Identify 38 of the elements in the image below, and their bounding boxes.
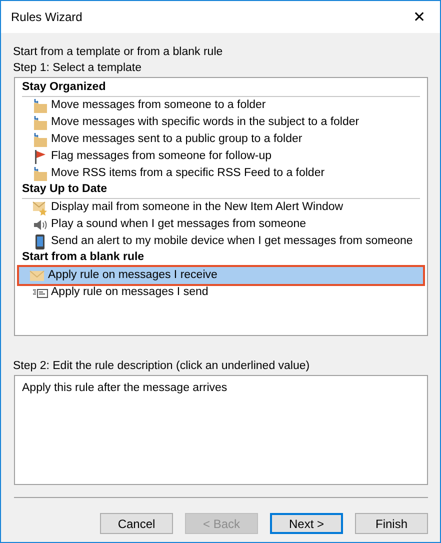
- template-label: Send an alert to my mobile device when I get messages from someone: [51, 234, 413, 249]
- template-item[interactable]: Flag messages from someone for follow-up: [22, 148, 420, 165]
- close-button[interactable]: ✕: [409, 10, 430, 24]
- group-header: Stay Up to Date: [22, 182, 420, 199]
- step-label: Step 1: Select a template: [13, 61, 142, 76]
- dialog-button[interactable]: Cancel: [100, 513, 173, 534]
- template-label: Apply rule on messages I send: [51, 285, 208, 300]
- template-label: Play a sound when I get messages from someone: [51, 217, 306, 232]
- folder-arrow-icon: [32, 166, 48, 182]
- folder-arrow-icon: [32, 98, 48, 114]
- template-item[interactable]: Move messages with specific words in the subject to a folder: [22, 114, 420, 131]
- intro-text: Start from a template or from a blank rule: [13, 45, 224, 60]
- group-header: Stay Organized: [22, 80, 420, 97]
- template-label: Move messages sent to a public group to a folder: [51, 132, 302, 147]
- template-label: Display mail from someone in the New Item Alert Window: [51, 200, 344, 215]
- flag-icon: [32, 148, 48, 164]
- template-item[interactable]: Move RSS items from a specific RSS Feed to a folder: [22, 165, 420, 182]
- envelope-star-icon: [32, 200, 48, 216]
- template-label: Flag messages from someone for follow-up: [51, 149, 272, 164]
- dialog-button[interactable]: Finish: [355, 513, 428, 534]
- template-item[interactable]: Apply rule on messages I receive: [19, 267, 423, 284]
- template-item[interactable]: Move messages from someone to a folder: [22, 97, 420, 114]
- template-label: Move messages from someone to a folder: [51, 98, 266, 113]
- template-item[interactable]: Play a sound when I get messages from someone: [22, 216, 420, 233]
- description-text: Apply this rule after the message arrives: [22, 382, 228, 394]
- template-item[interactable]: Apply rule on messages I send: [22, 284, 420, 301]
- dialog-button[interactable]: Next >: [270, 513, 343, 534]
- folder-arrow-icon: [32, 132, 48, 148]
- template-item[interactable]: Move messages sent to a public group to a folder: [22, 131, 420, 148]
- template-item[interactable]: Send an alert to my mobile device when I get messages from someone: [22, 233, 420, 250]
- template-label: Move messages with specific words in the subject to a folder: [51, 115, 360, 130]
- template-label: Move RSS items from a specific RSS Feed to a folder: [51, 166, 325, 181]
- envelope-icon: [29, 268, 45, 284]
- template-item[interactable]: Display mail from someone in the New Item Alert Window: [22, 199, 420, 216]
- template-label: Apply rule on messages I receive: [48, 268, 218, 283]
- folder-arrow-icon: [32, 114, 48, 130]
- step-label: Step 2: Edit the rule description (click an underlined value): [13, 359, 311, 374]
- window-title: Rules Wizard: [11, 9, 82, 26]
